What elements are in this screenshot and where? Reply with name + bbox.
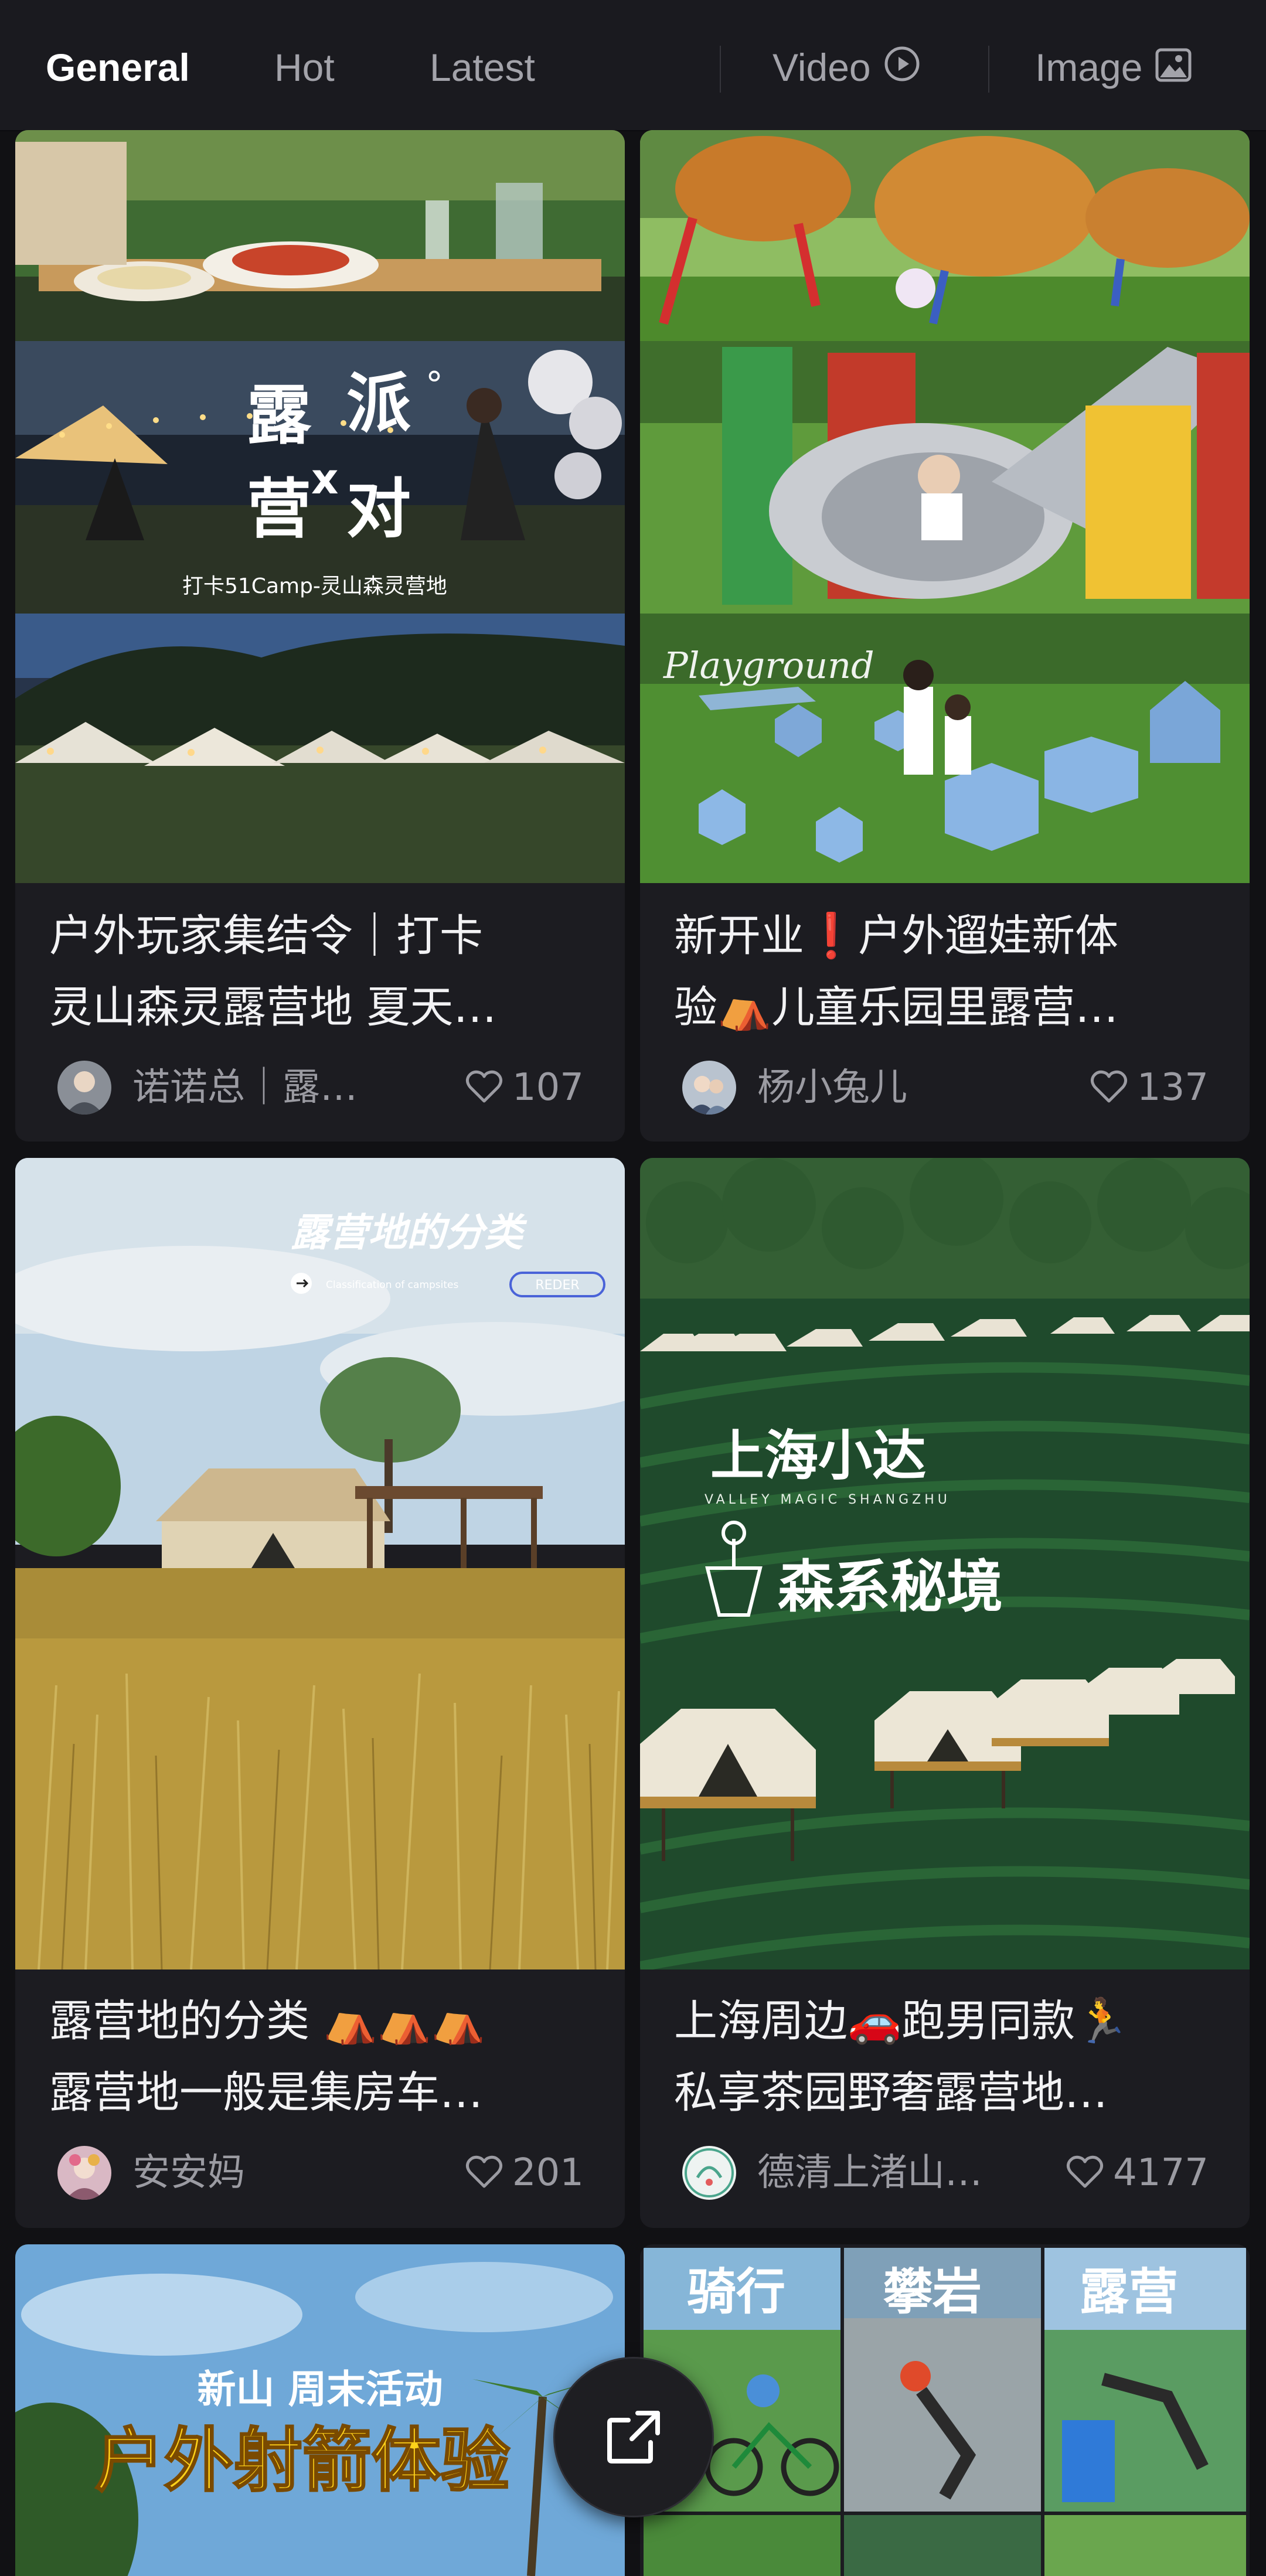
thumb-text: ° (426, 364, 443, 406)
post-title-line: 露营地的分类 ⛺⛺⛺ (49, 1996, 485, 2046)
thumb-text: x (311, 454, 338, 503)
post-thumbnail[interactable]: 上海小达 VALLEY MAGIC SHANGZHU 森系秘境 (640, 1158, 1250, 1970)
post-thumbnail[interactable]: Playground (640, 130, 1250, 883)
share-icon (607, 2411, 660, 2463)
tab-video[interactable]: Video (772, 41, 920, 94)
thumb-title-line: 森系秘境 (778, 1554, 1003, 1620)
avatar[interactable] (57, 2146, 111, 2200)
heart-icon (1067, 2156, 1104, 2188)
post-card[interactable]: Playground 新开业❗户外遛娃新体 验⛺儿童乐园里露营… 杨小兔儿 13… (640, 130, 1250, 1142)
tab-image[interactable]: Image (1035, 41, 1192, 94)
post-title-line: 私享茶园野奢露营地… (674, 2067, 1108, 2118)
post-meta: 德清上渚山… 4177 (682, 2144, 1209, 2202)
tab-video-label: Video (772, 46, 871, 89)
thumb-script-text: Playground (663, 644, 874, 687)
like-count-value: 201 (512, 2151, 584, 2195)
thumb-button-text: REDER (535, 1278, 579, 1293)
thumb-text: 派 (346, 366, 411, 441)
tab-divider (720, 46, 721, 93)
post-title-line: 灵山森灵露营地 夏天… (49, 982, 497, 1033)
post-meta: 杨小兔儿 137 (682, 1058, 1209, 1117)
like-count[interactable]: 201 (465, 2144, 584, 2202)
post-title[interactable]: 户外玩家集结令｜打卡 灵山森灵露营地 夏天… (49, 900, 594, 1043)
post-title-line: 露营地一般是集房车… (49, 2067, 483, 2118)
thumb-caption: 打卡51Camp-灵山森灵营地 (182, 574, 447, 598)
thumb-subtitle: Classification of campsites (326, 1279, 458, 1291)
thumb-label: 骑行 (687, 2263, 785, 2321)
post-card[interactable]: 新山 周末活动 户外射箭体验 (15, 2244, 625, 2576)
author-name[interactable]: 德清上渚山… (757, 2144, 982, 2202)
heart-icon (465, 2156, 502, 2188)
thumb-headline: 户外射箭体验 (95, 2420, 510, 2501)
post-card[interactable]: 骑行 攀岩 露营 (640, 2244, 1250, 2576)
post-card[interactable]: 上海小达 VALLEY MAGIC SHANGZHU 森系秘境 上海周边🚗跑男同… (640, 1158, 1250, 2228)
thumb-text: 营 (247, 472, 311, 547)
thumb-label: 攀岩 (883, 2263, 982, 2321)
like-count[interactable]: 107 (465, 1058, 584, 1117)
avatar[interactable] (682, 1061, 736, 1115)
post-title[interactable]: 上海周边🚗跑男同款🏃 私享茶园野奢露营地… (674, 1985, 1219, 2128)
thumb-title-line: 上海小达 (710, 1425, 926, 1487)
author-name[interactable]: 安安妈 (132, 2144, 245, 2202)
post-title-line: 户外玩家集结令｜打卡 (49, 911, 483, 961)
post-title[interactable]: 新开业❗户外遛娃新体 验⛺儿童乐园里露营… (674, 900, 1219, 1043)
post-thumbnail[interactable]: 骑行 攀岩 露营 (640, 2244, 1250, 2576)
thumb-text: 露 (247, 378, 312, 453)
thumb-text: 对 (346, 472, 411, 547)
post-title-line: 上海周边🚗跑男同款🏃 (674, 1996, 1129, 2046)
heart-icon (1090, 1071, 1127, 1103)
category-tab-bar: General Hot Latest Video Image (0, 0, 1266, 131)
post-meta: 安安妈 201 (57, 2144, 584, 2202)
post-meta: 诺诺总｜露… 107 (57, 1058, 584, 1117)
thumb-headline: 露营地的分类 (291, 1210, 528, 1255)
like-count[interactable]: 137 (1090, 1058, 1209, 1117)
post-card[interactable]: 露 派 ° x 营 对 打卡51Camp-灵山森灵营地 户外玩家集结令｜打卡 灵… (15, 130, 625, 1142)
post-thumbnail[interactable]: 新山 周末活动 户外射箭体验 (15, 2244, 625, 2576)
image-icon (1155, 42, 1192, 95)
thumb-label: 露营 (1080, 2263, 1178, 2321)
tab-image-label: Image (1035, 46, 1143, 89)
post-card[interactable]: 露营地的分类 Classification of campsites REDER (15, 1158, 625, 2228)
author-name[interactable]: 杨小兔儿 (757, 1058, 907, 1117)
tab-divider (988, 46, 989, 93)
like-count[interactable]: 4177 (1066, 2144, 1209, 2202)
thumb-subtitle: 新山 周末活动 (198, 2367, 443, 2412)
tab-hot[interactable]: Hot (274, 41, 335, 94)
thumb-subtitle: VALLEY MAGIC SHANGZHU (705, 1493, 951, 1507)
like-count-value: 4177 (1113, 2151, 1209, 2195)
avatar[interactable] (57, 1061, 111, 1115)
post-title-line: 验⛺儿童乐园里露营… (674, 982, 1119, 1033)
avatar[interactable] (682, 2146, 736, 2200)
author-name[interactable]: 诺诺总｜露… (132, 1058, 358, 1117)
post-thumbnail[interactable]: 露 派 ° x 营 对 打卡51Camp-灵山森灵营地 (15, 130, 625, 883)
post-thumbnail[interactable]: 露营地的分类 Classification of campsites REDER (15, 1158, 625, 1970)
post-title[interactable]: 露营地的分类 ⛺⛺⛺ 露营地一般是集房车… (49, 1985, 594, 2128)
tab-latest[interactable]: Latest (430, 41, 535, 94)
share-button[interactable] (553, 2357, 714, 2517)
play-circle-icon (884, 42, 920, 95)
heart-icon (465, 1071, 502, 1103)
post-title-line: 新开业❗户外遛娃新体 (674, 911, 1119, 961)
like-count-value: 137 (1136, 1066, 1209, 1109)
tab-general[interactable]: General (46, 41, 190, 94)
like-count-value: 107 (512, 1066, 584, 1109)
